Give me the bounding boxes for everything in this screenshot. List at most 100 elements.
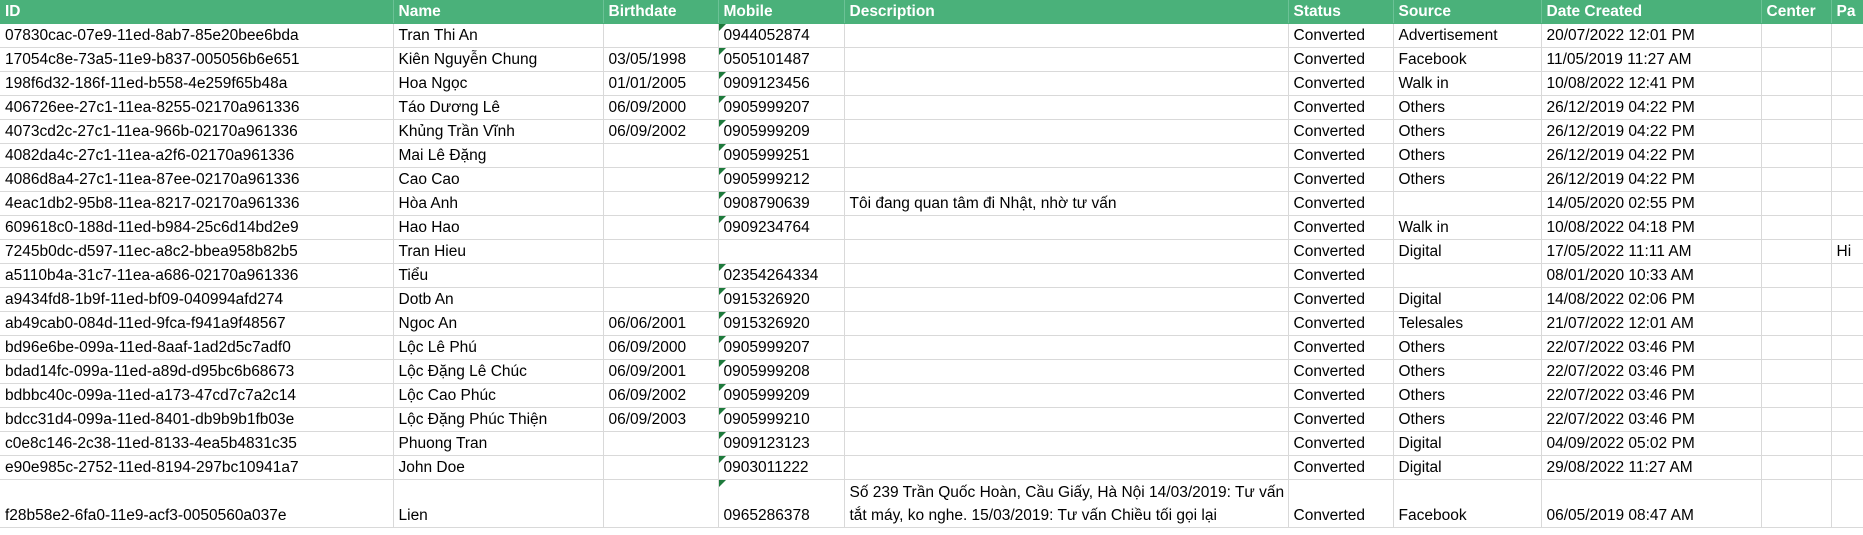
cell-description[interactable]	[844, 287, 1289, 312]
cell-date-created[interactable]: 29/08/2022 11:27 AM	[1541, 455, 1762, 480]
cell-date-created[interactable]: 22/07/2022 03:46 PM	[1541, 359, 1762, 384]
column-header-source[interactable]: Source	[1393, 0, 1542, 24]
cell-id[interactable]: c0e8c146-2c38-11ed-8133-4ea5b4831c35	[0, 431, 394, 456]
cell-birthdate[interactable]	[603, 455, 719, 480]
cell-name[interactable]: John Doe	[393, 455, 604, 480]
cell-center[interactable]	[1761, 119, 1832, 144]
cell-description[interactable]	[844, 311, 1289, 336]
cell-name[interactable]: Cao Cao	[393, 167, 604, 192]
cell-source[interactable]: Others	[1393, 407, 1542, 432]
cell-name[interactable]: Kiên Nguyễn Chung	[393, 47, 604, 72]
cell-name[interactable]: Táo Dương Lê	[393, 95, 604, 120]
cell-date-created[interactable]: 14/08/2022 02:06 PM	[1541, 287, 1762, 312]
cell-pa[interactable]	[1831, 263, 1863, 288]
cell-center[interactable]	[1761, 215, 1832, 240]
cell-description[interactable]: Số 239 Trần Quốc Hoàn, Cầu Giấy, Hà Nội …	[844, 479, 1289, 528]
cell-name[interactable]: Hoa Ngọc	[393, 71, 604, 96]
cell-status[interactable]: Converted	[1288, 143, 1394, 168]
cell-birthdate[interactable]	[603, 431, 719, 456]
column-header-date-created[interactable]: Date Created	[1541, 0, 1762, 24]
cell-pa[interactable]	[1831, 479, 1863, 528]
cell-center[interactable]	[1761, 359, 1832, 384]
cell-date-created[interactable]: 06/05/2019 08:47 AM	[1541, 479, 1762, 528]
cell-name[interactable]: Dotb An	[393, 287, 604, 312]
cell-description[interactable]	[844, 71, 1289, 96]
cell-id[interactable]: 406726ee-27c1-11ea-8255-02170a961336	[0, 95, 394, 120]
cell-status[interactable]: Converted	[1288, 431, 1394, 456]
cell-id[interactable]: bdbbc40c-099a-11ed-a173-47cd7c7a2c14	[0, 383, 394, 408]
cell-mobile[interactable]: 0909123456	[718, 71, 845, 96]
cell-center[interactable]	[1761, 71, 1832, 96]
cell-status[interactable]: Converted	[1288, 23, 1394, 48]
cell-source[interactable]: Others	[1393, 95, 1542, 120]
cell-source[interactable]: Others	[1393, 383, 1542, 408]
cell-id[interactable]: 17054c8e-73a5-11e9-b837-005056b6e651	[0, 47, 394, 72]
cell-center[interactable]	[1761, 407, 1832, 432]
cell-name[interactable]: Khủng Trần Vĩnh	[393, 119, 604, 144]
cell-birthdate[interactable]: 06/09/2000	[603, 95, 719, 120]
cell-mobile[interactable]: 02354264334	[718, 263, 845, 288]
cell-status[interactable]: Converted	[1288, 407, 1394, 432]
cell-status[interactable]: Converted	[1288, 215, 1394, 240]
cell-id[interactable]: f28b58e2-6fa0-11e9-acf3-0050560a037e	[0, 479, 394, 528]
cell-id[interactable]: bdad14fc-099a-11ed-a89d-d95bc6b68673	[0, 359, 394, 384]
cell-birthdate[interactable]: 06/09/2002	[603, 119, 719, 144]
column-header-pa[interactable]: Pa	[1831, 0, 1863, 24]
cell-id[interactable]: 4086d8a4-27c1-11ea-87ee-02170a961336	[0, 167, 394, 192]
cell-pa[interactable]: Hi	[1831, 239, 1863, 264]
cell-source[interactable]: Others	[1393, 119, 1542, 144]
cell-id[interactable]: e90e985c-2752-11ed-8194-297bc10941a7	[0, 455, 394, 480]
cell-id[interactable]: a9434fd8-1b9f-11ed-bf09-040994afd274	[0, 287, 394, 312]
cell-pa[interactable]	[1831, 47, 1863, 72]
cell-status[interactable]: Converted	[1288, 239, 1394, 264]
cell-birthdate[interactable]	[603, 191, 719, 216]
cell-description[interactable]	[844, 95, 1289, 120]
cell-pa[interactable]	[1831, 335, 1863, 360]
cell-description[interactable]	[844, 47, 1289, 72]
cell-birthdate[interactable]: 01/01/2005	[603, 71, 719, 96]
cell-date-created[interactable]: 04/09/2022 05:02 PM	[1541, 431, 1762, 456]
cell-status[interactable]: Converted	[1288, 263, 1394, 288]
cell-id[interactable]: bd96e6be-099a-11ed-8aaf-1ad2d5c7adf0	[0, 335, 394, 360]
cell-source[interactable]	[1393, 191, 1542, 216]
cell-description[interactable]	[844, 119, 1289, 144]
cell-center[interactable]	[1761, 455, 1832, 480]
cell-status[interactable]: Converted	[1288, 479, 1394, 528]
cell-id[interactable]: 4082da4c-27c1-11ea-a2f6-02170a961336	[0, 143, 394, 168]
cell-source[interactable]	[1393, 263, 1542, 288]
cell-id[interactable]: ab49cab0-084d-11ed-9fca-f941a9f48567	[0, 311, 394, 336]
cell-mobile[interactable]: 0944052874	[718, 23, 845, 48]
cell-status[interactable]: Converted	[1288, 191, 1394, 216]
cell-source[interactable]: Advertisement	[1393, 23, 1542, 48]
cell-id[interactable]: 7245b0dc-d597-11ec-a8c2-bbea958b82b5	[0, 239, 394, 264]
cell-mobile[interactable]: 0915326920	[718, 311, 845, 336]
cell-date-created[interactable]: 26/12/2019 04:22 PM	[1541, 143, 1762, 168]
cell-mobile[interactable]: 0905999210	[718, 407, 845, 432]
cell-date-created[interactable]: 11/05/2019 11:27 AM	[1541, 47, 1762, 72]
column-header-mobile[interactable]: Mobile	[718, 0, 845, 24]
cell-name[interactable]: Hao Hao	[393, 215, 604, 240]
cell-status[interactable]: Converted	[1288, 383, 1394, 408]
cell-description[interactable]: Tôi đang quan tâm đi Nhật, nhờ tư vấn	[844, 191, 1289, 216]
cell-mobile[interactable]: 0905999209	[718, 119, 845, 144]
cell-birthdate[interactable]: 06/09/2003	[603, 407, 719, 432]
cell-source[interactable]: Others	[1393, 167, 1542, 192]
cell-date-created[interactable]: 17/05/2022 11:11 AM	[1541, 239, 1762, 264]
cell-pa[interactable]	[1831, 191, 1863, 216]
cell-id[interactable]: 07830cac-07e9-11ed-8ab7-85e20bee6bda	[0, 23, 394, 48]
cell-mobile[interactable]: 0905999207	[718, 335, 845, 360]
cell-status[interactable]: Converted	[1288, 335, 1394, 360]
cell-date-created[interactable]: 22/07/2022 03:46 PM	[1541, 383, 1762, 408]
cell-name[interactable]: Tiểu	[393, 263, 604, 288]
cell-status[interactable]: Converted	[1288, 71, 1394, 96]
cell-name[interactable]: Lộc Lê Phú	[393, 335, 604, 360]
cell-birthdate[interactable]	[603, 287, 719, 312]
cell-description[interactable]	[844, 431, 1289, 456]
cell-mobile[interactable]: 0905999251	[718, 143, 845, 168]
cell-mobile[interactable]: 0905999209	[718, 383, 845, 408]
cell-pa[interactable]	[1831, 23, 1863, 48]
cell-center[interactable]	[1761, 311, 1832, 336]
cell-id[interactable]: 609618c0-188d-11ed-b984-25c6d14bd2e9	[0, 215, 394, 240]
cell-status[interactable]: Converted	[1288, 311, 1394, 336]
cell-description[interactable]	[844, 359, 1289, 384]
